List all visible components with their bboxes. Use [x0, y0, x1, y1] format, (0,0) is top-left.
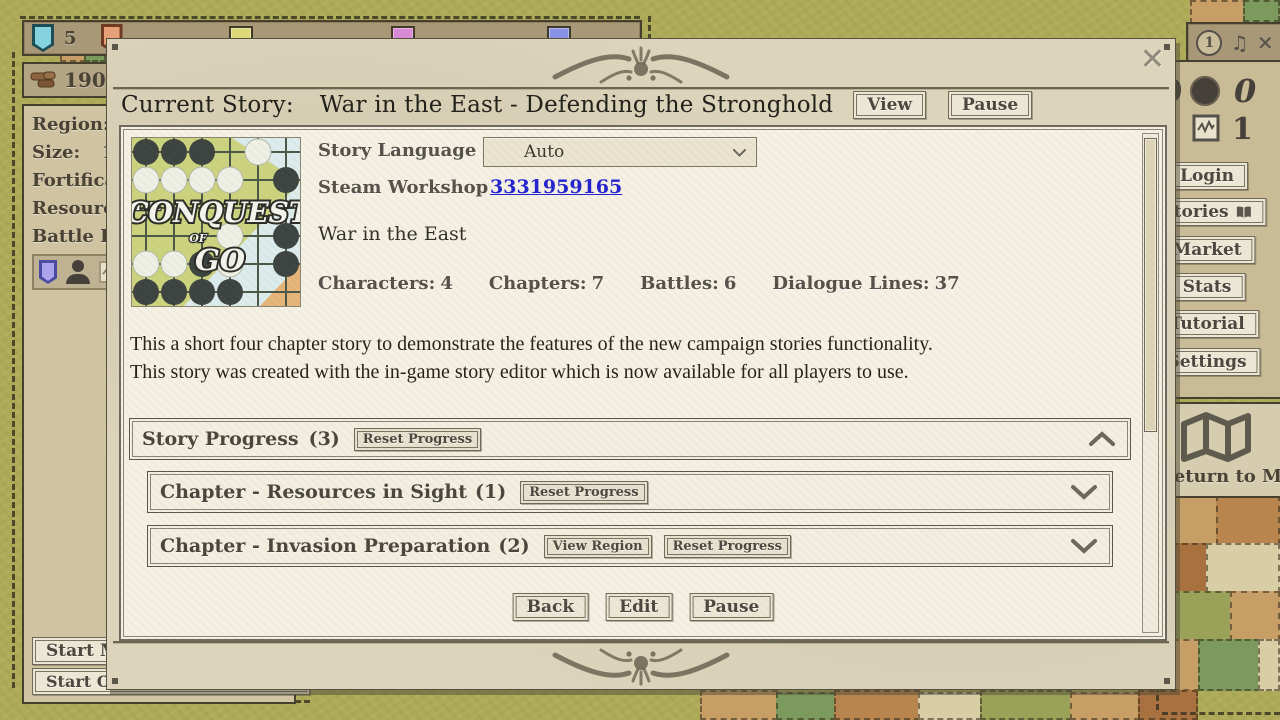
- map-tile: [1216, 495, 1280, 545]
- story-content-panel: THE CONQUEST OF GO Story Language Auto S…: [119, 125, 1167, 641]
- person-icon: [65, 260, 91, 284]
- story-stats-row: Characters: 4 Chapters: 7 Battles: 6 Dia…: [318, 273, 960, 294]
- chapter2-reset-progress-button[interactable]: Reset Progress: [664, 535, 791, 558]
- music-icon[interactable]: ♫: [1231, 31, 1249, 55]
- map-tile: [700, 690, 778, 720]
- chapters-label: Chapters:: [489, 273, 587, 294]
- blue-shield-icon: [32, 24, 54, 52]
- stitch-border: [1162, 712, 1280, 715]
- size-label: Size:: [32, 142, 80, 163]
- close-icon[interactable]: ✕: [1140, 45, 1165, 75]
- game-screen: 5 1906 Region: Size: 1 Fortifica Resourc…: [0, 0, 1280, 720]
- map-tile: [980, 690, 1072, 720]
- chevron-down-icon: [733, 149, 746, 157]
- return-to-map-label: Return to Map: [1159, 466, 1280, 487]
- battles-value: 6: [724, 273, 737, 294]
- story-progress-header[interactable]: Story Progress (3) Reset Progress: [129, 418, 1131, 460]
- back-button[interactable]: Back: [513, 593, 589, 621]
- fortification-label: Fortifica: [32, 170, 116, 191]
- purple-shield-icon: [39, 260, 57, 284]
- chapter1-reset-progress-button[interactable]: Reset Progress: [520, 481, 647, 504]
- map-tile: [1138, 690, 1198, 720]
- blue-shield-count: 5: [64, 28, 77, 49]
- flourish-ornament: [541, 647, 741, 689]
- chapter2-label: Chapter - Invasion Preparation: [160, 535, 490, 557]
- page-title: War in the East - Defending the Strongho…: [320, 92, 833, 118]
- return-to-map-button[interactable]: Return to Map: [1158, 402, 1280, 498]
- region-label: Region:: [32, 114, 110, 135]
- chevron-down-icon[interactable]: [1070, 484, 1098, 500]
- story-name: War in the East: [318, 223, 466, 245]
- chapters-value: 7: [592, 273, 605, 294]
- wood-icon: [30, 70, 56, 90]
- chapter-invasion-row[interactable]: Chapter - Invasion Preparation (2) View …: [147, 525, 1113, 567]
- steam-workshop-label: Steam Workshop: [318, 177, 488, 198]
- turn-counter: 1: [1196, 30, 1222, 56]
- view-region-button[interactable]: View Region: [544, 535, 652, 558]
- steam-workshop-link[interactable]: 3331959165: [490, 176, 622, 198]
- map-icon: [1178, 410, 1254, 464]
- chapter2-count: (2): [498, 535, 529, 557]
- dialogue-lines-label: Dialogue Lines:: [772, 273, 929, 294]
- pause-button-bottom[interactable]: Pause: [689, 593, 773, 621]
- battle-label: Battle H: [32, 226, 117, 247]
- chevron-up-icon[interactable]: [1088, 431, 1116, 447]
- stitch-border: [648, 16, 651, 40]
- story-progress-count: (3): [309, 428, 340, 450]
- resources-label: Resourc: [32, 198, 114, 219]
- stats-button[interactable]: Stats: [1169, 273, 1246, 301]
- story-description-line2: This story was created with the in-game …: [130, 361, 909, 384]
- chip-icon: [1192, 114, 1220, 142]
- story-progress-label: Story Progress: [142, 428, 299, 450]
- map-tile: [1243, 0, 1280, 22]
- view-button[interactable]: View: [853, 91, 926, 119]
- map-tile: [1198, 639, 1260, 691]
- current-story-dialog: ✕ Current Story: War in the East - Defen…: [106, 38, 1176, 690]
- login-button[interactable]: Login: [1166, 162, 1248, 190]
- map-tile: [1230, 591, 1280, 641]
- story-language-value: Auto: [524, 142, 564, 162]
- dialog-footer-buttons: Back Edit Pause: [513, 593, 774, 621]
- chapter-resources-row[interactable]: Chapter - Resources in Sight (1) Reset P…: [147, 471, 1113, 513]
- story-language-select[interactable]: Auto: [483, 137, 757, 167]
- characters-value: 4: [440, 273, 453, 294]
- pause-button-top[interactable]: Pause: [948, 91, 1032, 119]
- book-icon: [1236, 205, 1253, 220]
- characters-label: Characters:: [318, 273, 435, 294]
- map-tile: [1258, 639, 1280, 691]
- thumb-text-conquest: CONQUEST: [131, 196, 301, 229]
- thumb-text-go: GO: [195, 243, 245, 277]
- map-tile: [776, 692, 836, 720]
- chapter1-label: Chapter - Resources in Sight: [160, 481, 467, 503]
- flourish-ornament: [541, 43, 741, 85]
- scrollbar-thumb[interactable]: [1144, 138, 1157, 432]
- stitch-border: [12, 52, 15, 688]
- chapter1-count: (1): [475, 481, 506, 503]
- reset-progress-button[interactable]: Reset Progress: [354, 428, 481, 451]
- map-tile: [1206, 543, 1280, 593]
- map-tile: [918, 692, 982, 720]
- scrollbar-track[interactable]: [1142, 133, 1159, 633]
- edit-button[interactable]: Edit: [605, 593, 672, 621]
- story-description-line1: This a short four chapter story to demon…: [130, 333, 933, 356]
- map-tile: [1070, 692, 1140, 720]
- story-thumbnail: THE CONQUEST OF GO: [131, 137, 301, 307]
- dialogue-lines-value: 37: [935, 273, 960, 294]
- chip-count: 1: [1232, 112, 1253, 147]
- stitch-border: [20, 16, 640, 19]
- map-tile: [834, 690, 920, 720]
- story-language-label: Story Language: [318, 140, 476, 161]
- divider: [113, 641, 1169, 644]
- chevron-down-icon[interactable]: [1070, 538, 1098, 554]
- divider: [113, 87, 1169, 90]
- title-label: Current Story:: [121, 92, 294, 118]
- dialog-title-row: Current Story: War in the East - Defendi…: [121, 91, 1161, 119]
- white-stone-count: 0: [1234, 72, 1256, 110]
- mute-close-icon[interactable]: ✕: [1257, 31, 1274, 55]
- battles-label: Battles:: [640, 273, 719, 294]
- top-right-bar: 1 ♫ ✕: [1186, 22, 1280, 64]
- black-stone-icon: [1190, 76, 1220, 106]
